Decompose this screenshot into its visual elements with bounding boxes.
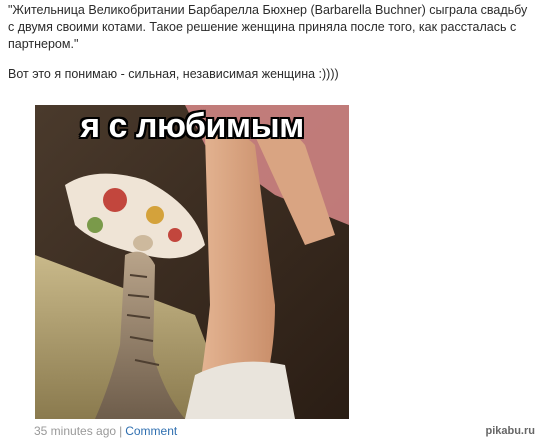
- comment-link[interactable]: Comment: [125, 424, 177, 438]
- post-text: "Жительница Великобритании Барбарелла Бю…: [8, 2, 528, 83]
- meta-separator: |: [119, 424, 123, 438]
- photo-illustration: [35, 105, 349, 419]
- post-paragraph-quote: "Жительница Великобритании Барбарелла Бю…: [8, 3, 528, 51]
- post-meta: 35 minutes ago | Comment: [34, 424, 177, 438]
- post-photo[interactable]: я с любимым: [35, 105, 349, 419]
- photo-caption: я с любимым: [80, 107, 304, 145]
- watermark: pikabu.ru: [485, 425, 535, 437]
- post-paragraph-comment: Вот это я понимаю - сильная, независимая…: [8, 67, 339, 81]
- watermark-text: pikabu.ru: [485, 425, 535, 437]
- post-timestamp: 35 minutes ago: [34, 424, 117, 438]
